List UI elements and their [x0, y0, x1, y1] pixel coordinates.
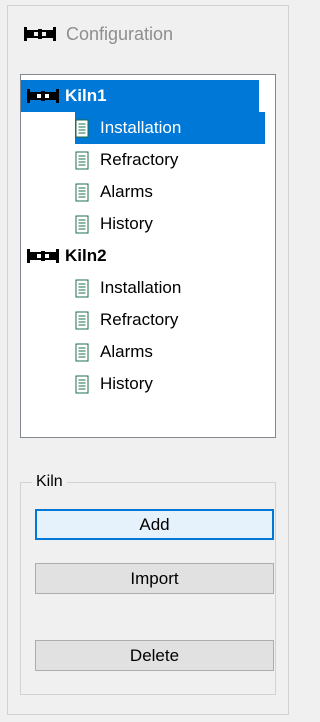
- kiln-tree[interactable]: Kiln1 Installation Refractory Alarms His…: [20, 74, 276, 438]
- tree-item-label: Kiln2: [65, 246, 107, 265]
- tree-item-label: Installation: [100, 278, 182, 297]
- tree-item-kiln2-history[interactable]: History: [75, 368, 153, 400]
- import-button[interactable]: Import: [35, 563, 274, 594]
- document-icon: [75, 311, 89, 330]
- document-icon: [75, 279, 89, 298]
- tree-item-label: History: [100, 374, 153, 393]
- tree-item-label: Alarms: [100, 342, 153, 361]
- delete-button[interactable]: Delete: [35, 640, 274, 671]
- tree-item-kiln1-refractory[interactable]: Refractory: [75, 144, 178, 176]
- tree-item-kiln2-refractory[interactable]: Refractory: [75, 304, 178, 336]
- document-icon: [75, 215, 89, 234]
- kiln-icon: [24, 27, 56, 41]
- add-button[interactable]: Add: [35, 509, 274, 540]
- document-icon: [75, 343, 89, 362]
- groupbox-label: Kiln: [32, 471, 67, 493]
- panel-header: Configuration: [24, 18, 173, 50]
- tree-item-kiln1-installation[interactable]: Installation: [75, 112, 265, 144]
- document-icon: [75, 183, 89, 202]
- tree-item-label: Alarms: [100, 182, 153, 201]
- page-title: Configuration: [66, 23, 174, 44]
- tree-item-label: Refractory: [100, 310, 179, 329]
- configuration-panel: Configuration Kiln1 Installation Refract…: [0, 0, 296, 722]
- tree-item-label: History: [100, 214, 153, 233]
- tree-item-kiln1-alarms[interactable]: Alarms: [75, 176, 153, 208]
- tree-item-kiln2[interactable]: Kiln2: [27, 240, 107, 272]
- document-icon: [75, 119, 89, 138]
- document-icon: [75, 375, 89, 394]
- tree-item-kiln1-history[interactable]: History: [75, 208, 153, 240]
- tree-item-kiln2-alarms[interactable]: Alarms: [75, 336, 153, 368]
- tree-item-kiln1[interactable]: Kiln1: [21, 80, 259, 112]
- tree-item-kiln2-installation[interactable]: Installation: [75, 272, 181, 304]
- tree-item-label: Refractory: [100, 150, 179, 169]
- tree-item-label: Installation: [100, 118, 182, 137]
- kiln-icon: [27, 249, 59, 263]
- document-icon: [75, 151, 89, 170]
- tree-item-label: Kiln1: [65, 86, 107, 105]
- kiln-icon: [27, 89, 59, 103]
